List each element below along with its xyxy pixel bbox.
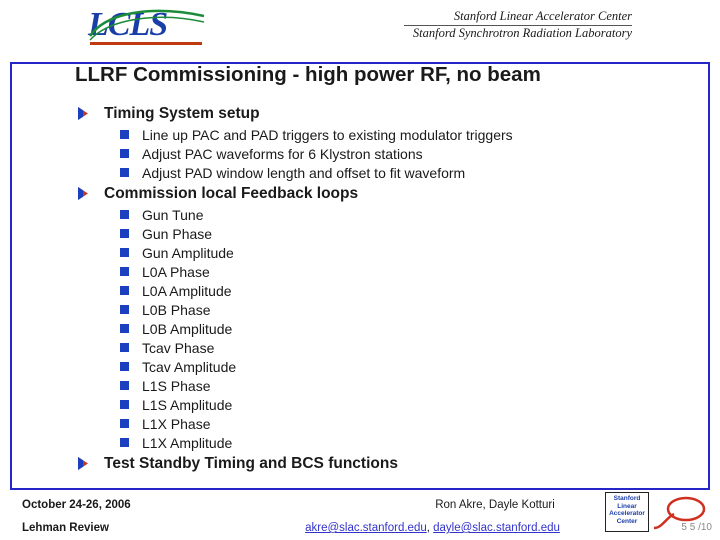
list-item: Line up PAC and PAD triggers to existing… [120, 126, 680, 145]
ssrl-ring-icon [653, 496, 706, 530]
email-link-akre[interactable]: akre@slac.stanford.edu [305, 522, 427, 534]
lcls-logo: LCLS [88, 8, 208, 48]
section-heading-label: Commission local Feedback loops [104, 185, 359, 202]
slac-badge-line1: Stanford [613, 495, 641, 502]
section-heading-test-standby-timing: Test Standby Timing and BCS functions [78, 454, 678, 474]
list-item-label: L0A Amplitude [142, 283, 232, 299]
list-item: Gun Phase [120, 225, 680, 244]
square-bullet-icon [120, 286, 129, 295]
section-heading-label: Test Standby Timing and BCS functions [104, 455, 398, 472]
square-bullet-icon [120, 438, 129, 447]
square-bullet-icon [120, 210, 129, 219]
list-item-label: L1X Amplitude [142, 435, 233, 451]
slac-org-line1: Stanford Linear Accelerator Center [453, 9, 632, 23]
page-title: LLRF Commissioning - high power RF, no b… [75, 63, 541, 86]
chevron-bullet-icon [78, 187, 88, 200]
list-item: Gun Tune [120, 206, 680, 225]
list-item-label: L1X Phase [142, 416, 211, 432]
list-item: Adjust PAC waveforms for 6 Klystron stat… [120, 145, 680, 164]
slac-org-block: Stanford Linear Accelerator Center Stanf… [404, 8, 632, 48]
list-item-label: L1S Amplitude [142, 397, 233, 413]
square-bullet-icon [120, 149, 129, 158]
slide: LCLS Stanford Linear Accelerator Center … [0, 0, 720, 540]
list-item-label: Adjust PAD window length and offset to f… [142, 165, 466, 181]
list-item: L1S Phase [120, 377, 680, 396]
list-item: L0A Phase [120, 263, 680, 282]
list-item: Tcav Phase [120, 339, 680, 358]
list-item: Tcav Amplitude [120, 358, 680, 377]
list-item: L0A Amplitude [120, 282, 680, 301]
slac-badge-line4: Center [616, 517, 638, 525]
list-item: L0B Phase [120, 301, 680, 320]
square-bullet-icon [120, 419, 129, 428]
list-item-label: Line up PAC and PAD triggers to existing… [142, 127, 513, 143]
square-bullet-icon [120, 381, 129, 390]
footer-date: October 24-26, 2006 [22, 499, 131, 511]
chevron-bullet-icon [78, 457, 88, 470]
list-item: Gun Amplitude [120, 244, 680, 263]
lcls-swoosh-icon [88, 9, 205, 41]
section-heading-timing-system-setup: Timing System setup [78, 104, 678, 124]
list-item-label: Gun Tune [142, 207, 204, 223]
footer-review: Lehman Review [22, 522, 109, 534]
slac-org-line2: Stanford Synchrotron Radiation Laborator… [412, 26, 632, 40]
list-item-label: Tcav Amplitude [142, 359, 237, 375]
square-bullet-icon [120, 267, 129, 276]
section-heading-commission-local-feedback-loops: Commission local Feedback loops [78, 184, 678, 204]
lcls-logo-rule [90, 42, 202, 45]
slac-badge-line2: Linear [617, 502, 637, 510]
email-link-dayle[interactable]: dayle@slac.stanford.edu [433, 522, 560, 534]
slac-org-divider [404, 25, 632, 26]
slac-badge-line3: Accelerator [609, 510, 645, 518]
section-heading-label: Timing System setup [104, 105, 260, 122]
square-bullet-icon [120, 324, 129, 333]
chevron-bullet-icon [78, 107, 88, 120]
footer-emails: akre@slac.stanford.edu, dayle@slac.stanf… [255, 522, 610, 534]
list-item: L1S Amplitude [120, 396, 680, 415]
list-item-label: Tcav Phase [142, 340, 215, 356]
list-item-label: Gun Amplitude [142, 245, 234, 261]
list-item: L0B Amplitude [120, 320, 680, 339]
footer-authors: Ron Akre, Dayle Kotturi [435, 499, 555, 511]
list-item-label: Adjust PAC waveforms for 6 Klystron stat… [142, 146, 423, 162]
square-bullet-icon [120, 400, 129, 409]
list-item: L1X Phase [120, 415, 680, 434]
list-item-label: Gun Phase [142, 226, 213, 242]
square-bullet-icon [120, 248, 129, 257]
list-item-label: L0B Phase [142, 302, 211, 318]
list-item-label: L1S Phase [142, 378, 211, 394]
square-bullet-icon [120, 168, 129, 177]
list-item-label: L0A Phase [142, 264, 210, 280]
slide-header: LCLS Stanford Linear Accelerator Center … [0, 0, 720, 62]
square-bullet-icon [120, 305, 129, 314]
square-bullet-icon [120, 362, 129, 371]
list-item: L1X Amplitude [120, 434, 680, 453]
square-bullet-icon [120, 130, 129, 139]
list-item-label: L0B Amplitude [142, 321, 233, 337]
square-bullet-icon [120, 343, 129, 352]
slac-badge: Stanford Linear Accelerator Center [605, 492, 649, 532]
list-item: Adjust PAD window length and offset to f… [120, 164, 680, 183]
square-bullet-icon [120, 229, 129, 238]
